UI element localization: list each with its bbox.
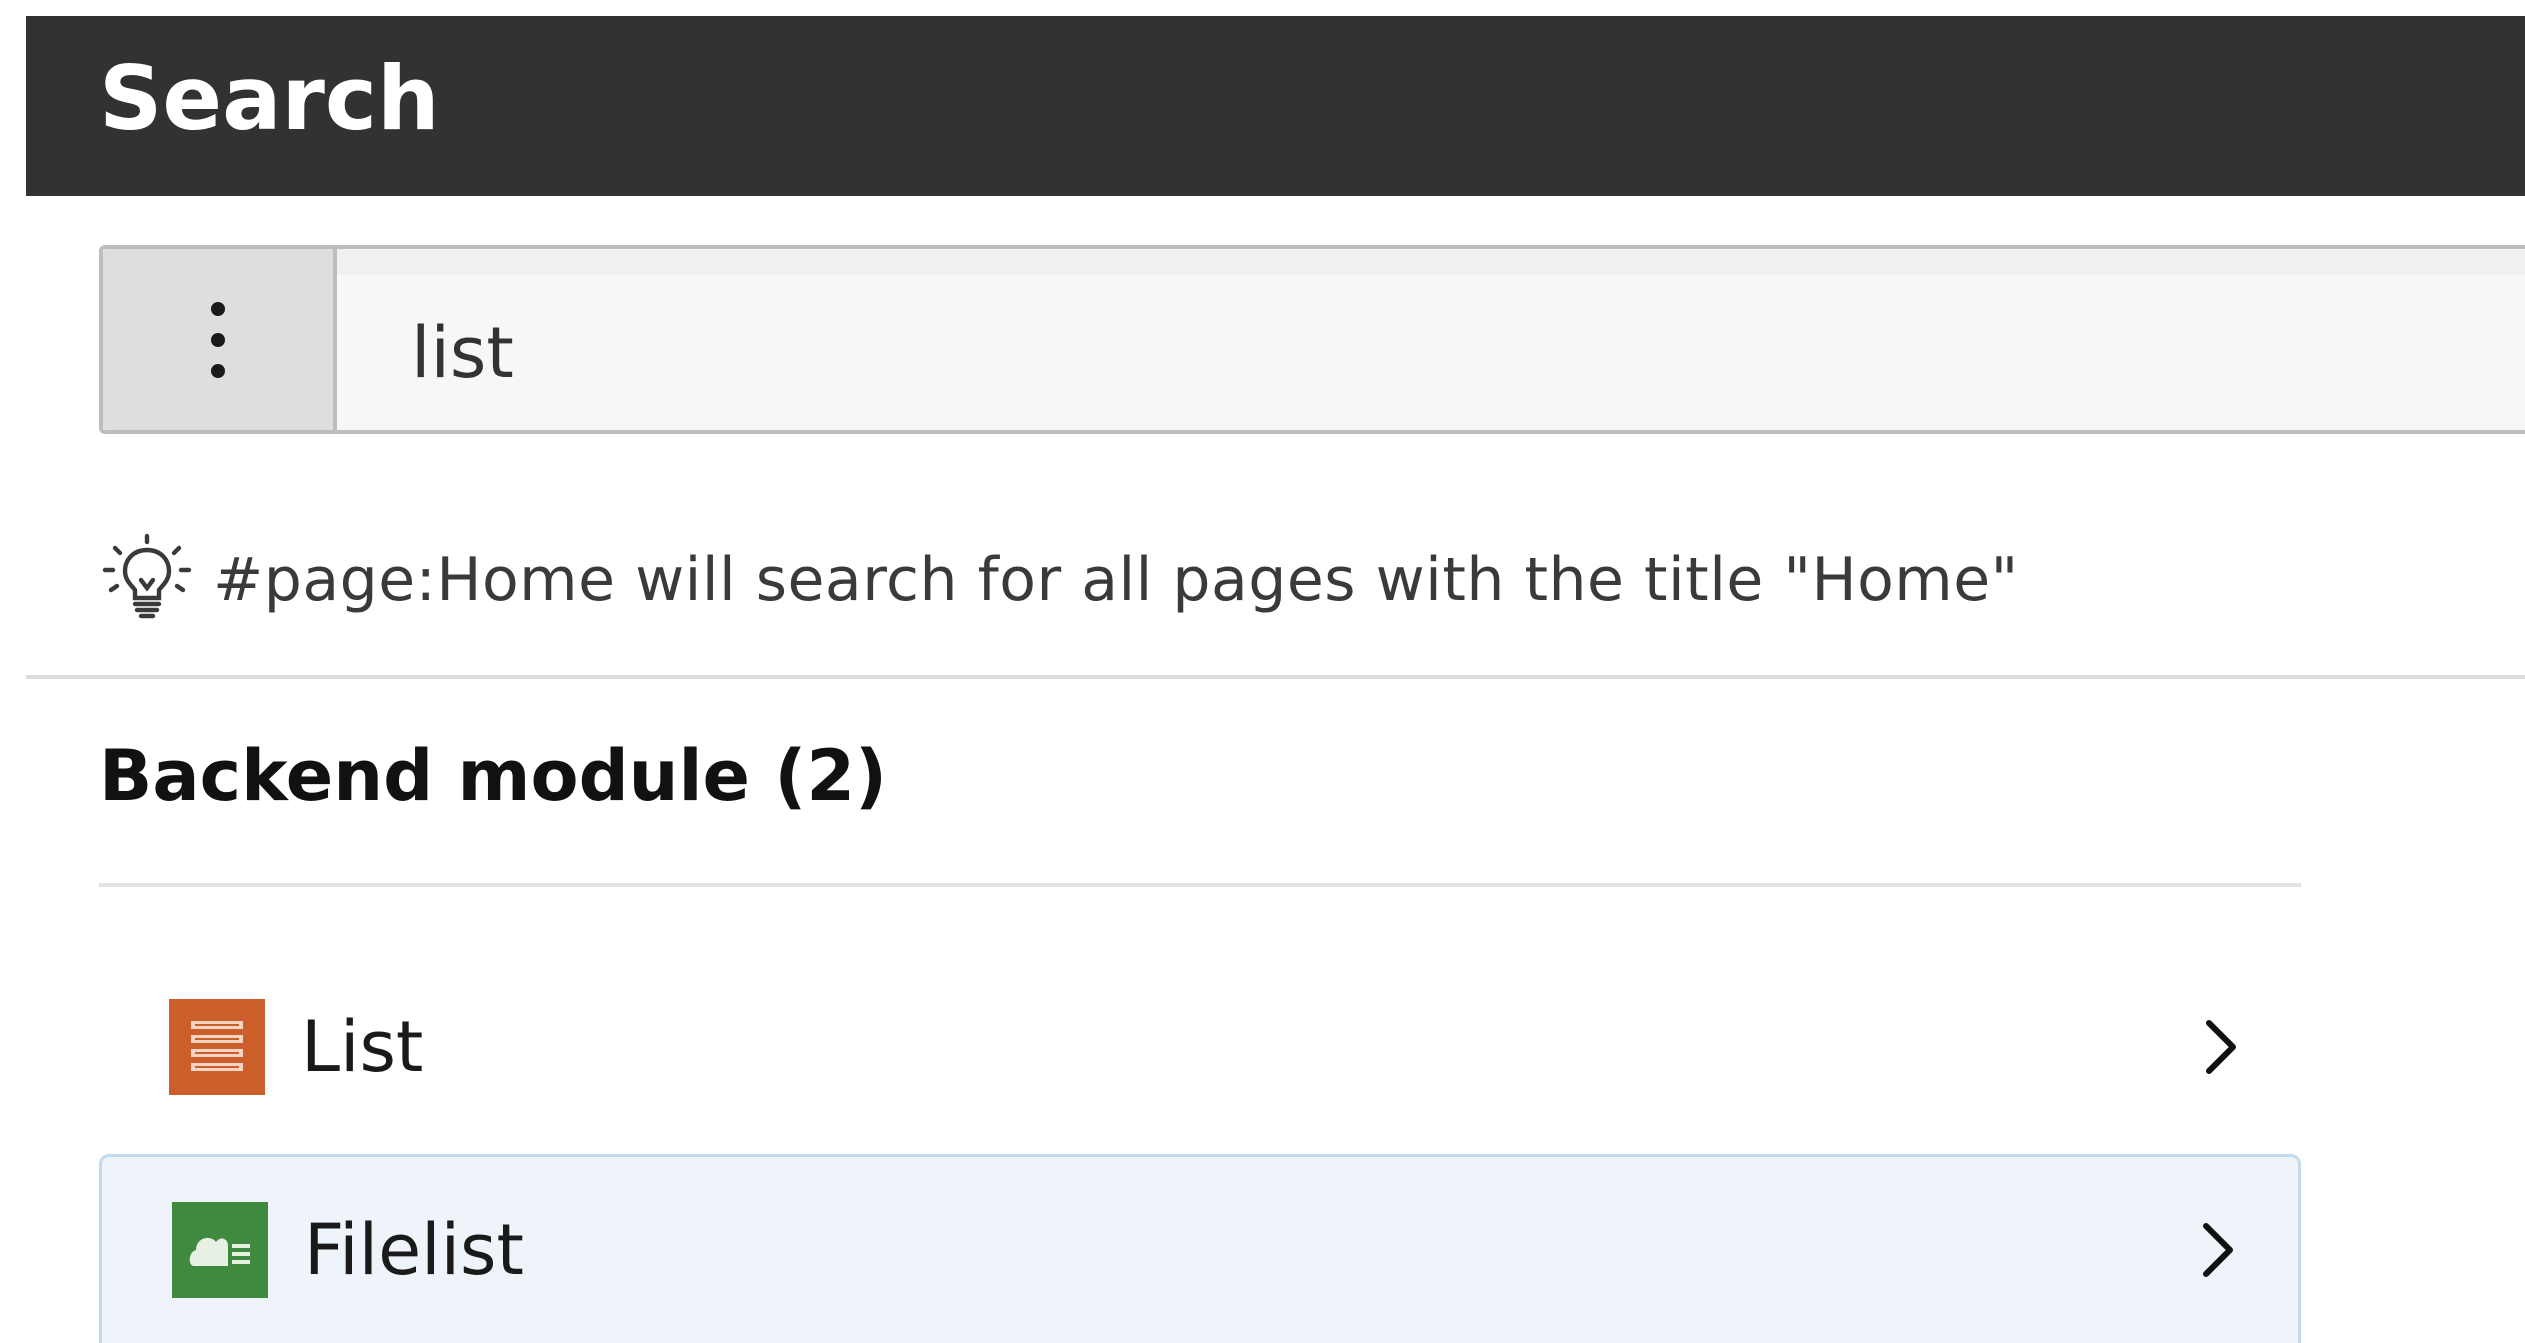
search-box [99, 245, 2525, 434]
chevron-right-icon [2206, 1020, 2236, 1074]
list-module-icon [169, 999, 265, 1095]
search-panel: Search #page [0, 0, 2525, 1343]
result-item-filelist[interactable]: Filelist [99, 1154, 2301, 1343]
result-label: Filelist [304, 1209, 524, 1291]
hint-text: #page:Home will search for all pages wit… [213, 545, 2019, 615]
header-bar: Search [26, 16, 2525, 196]
result-label: List [301, 1006, 424, 1088]
section-heading: Backend module (2) [99, 735, 888, 817]
kebab-vertical-icon [211, 301, 225, 378]
search-hint: #page:Home will search for all pages wit… [99, 530, 2019, 630]
search-options-button[interactable] [103, 249, 337, 430]
section-divider [99, 883, 2301, 887]
page-title: Search [99, 47, 440, 150]
chevron-right-icon [2203, 1223, 2233, 1277]
search-input[interactable] [337, 249, 2525, 430]
divider [26, 675, 2525, 679]
lightbulb-icon [102, 533, 192, 619]
result-item-list[interactable]: List [99, 945, 2301, 1149]
filelist-module-icon [172, 1202, 268, 1298]
